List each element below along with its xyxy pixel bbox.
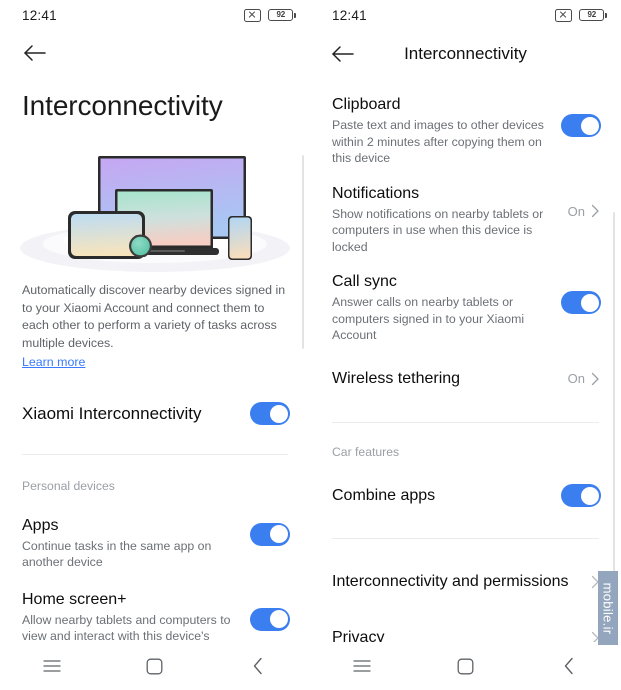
home-icon[interactable] bbox=[444, 651, 486, 681]
back-icon[interactable] bbox=[548, 651, 590, 681]
toggle-combine-apps[interactable] bbox=[561, 484, 601, 507]
toolbar-title: Interconnectivity bbox=[404, 44, 527, 63]
chevron-right-icon bbox=[591, 204, 601, 218]
mute-icon bbox=[244, 8, 262, 22]
row-title: Notifications bbox=[332, 184, 420, 202]
back-arrow-icon[interactable] bbox=[330, 41, 356, 67]
row-title: Home screen+ bbox=[22, 590, 127, 608]
learn-more-link[interactable]: Learn more bbox=[22, 354, 85, 372]
battery-icon: 92 bbox=[268, 9, 296, 21]
row-aside bbox=[561, 484, 601, 507]
row-subtitle: Paste text and images to other devices w… bbox=[332, 118, 544, 165]
battery-level: 92 bbox=[587, 10, 596, 19]
status-time: 12:41 bbox=[22, 7, 57, 23]
row-aside bbox=[250, 402, 290, 425]
row-aside bbox=[250, 607, 290, 631]
row-interconnectivity-and-permissions[interactable]: Interconnectivity and permissions bbox=[310, 565, 621, 599]
row-aside: On bbox=[568, 204, 601, 219]
top-bar-left bbox=[0, 30, 310, 76]
navigation-bar-left bbox=[0, 642, 310, 690]
toggle-call-sync[interactable] bbox=[561, 291, 601, 314]
status-icons: 92 bbox=[244, 8, 296, 22]
watermark-text: mobile.ir bbox=[600, 582, 616, 634]
row-main: Combine apps bbox=[332, 485, 561, 507]
row-main: Xiaomi Interconnectivity bbox=[22, 403, 250, 425]
row-main: Call sync Answer calls on nearby tablets… bbox=[332, 271, 561, 344]
divider bbox=[332, 421, 599, 423]
left-screen: 12:41 92 Interconnectivity Automatically… bbox=[0, 0, 310, 690]
row-main: Interconnectivity and permissions bbox=[332, 571, 591, 593]
page-description: Automatically discover nearby devices si… bbox=[0, 276, 310, 372]
right-screen: 12:41 92 Interconnectivity Clipboard Pas… bbox=[310, 0, 621, 690]
status-bar-right: 12:41 92 bbox=[310, 0, 621, 30]
row-aside: On bbox=[568, 371, 601, 386]
section-label-personal-devices: Personal devices bbox=[22, 478, 115, 493]
navigation-bar-right bbox=[310, 642, 621, 690]
row-call-sync[interactable]: Call sync Answer calls on nearby tablets… bbox=[310, 271, 621, 344]
scrollbar-left[interactable] bbox=[301, 155, 304, 349]
row-main: Clipboard Paste text and images to other… bbox=[332, 94, 561, 167]
top-bar-right: Interconnectivity bbox=[310, 30, 621, 78]
row-apps[interactable]: Apps Continue tasks in the same app on a… bbox=[0, 515, 310, 571]
row-main: Notifications Show notifications on near… bbox=[332, 183, 568, 256]
back-icon[interactable] bbox=[237, 651, 279, 681]
row-aside bbox=[250, 522, 290, 546]
toggle-apps[interactable] bbox=[250, 522, 290, 546]
divider bbox=[332, 537, 599, 539]
row-clipboard[interactable]: Clipboard Paste text and images to other… bbox=[310, 94, 621, 167]
row-main: Wireless tethering bbox=[332, 368, 568, 390]
mute-icon bbox=[555, 8, 573, 22]
dual-screenshot-container: 12:41 92 Interconnectivity Automatically… bbox=[0, 0, 621, 690]
description-text: Automatically discover nearby devices si… bbox=[22, 283, 286, 350]
row-subtitle: Answer calls on nearby tablets or comput… bbox=[332, 295, 525, 342]
row-subtitle: Show notifications on nearby tablets or … bbox=[332, 206, 544, 254]
row-aside bbox=[561, 114, 601, 137]
row-xiaomi-interconnectivity[interactable]: Xiaomi Interconnectivity bbox=[0, 394, 310, 434]
row-value: On bbox=[567, 203, 585, 219]
row-subtitle: Continue tasks in the same app on anothe… bbox=[22, 538, 212, 570]
watermark: mobile.ir bbox=[598, 571, 618, 645]
row-title: Wireless tethering bbox=[332, 369, 461, 387]
row-title: Xiaomi Interconnectivity bbox=[22, 403, 202, 423]
row-title: Combine apps bbox=[332, 486, 436, 504]
toggle-xiaomi-interconnectivity[interactable] bbox=[250, 402, 290, 425]
recents-icon[interactable] bbox=[341, 651, 383, 681]
status-bar-left: 12:41 92 bbox=[0, 0, 310, 30]
page-title: Interconnectivity bbox=[22, 90, 223, 121]
divider bbox=[22, 453, 288, 455]
scrollbar-right[interactable] bbox=[612, 212, 615, 580]
back-arrow-icon[interactable] bbox=[22, 40, 48, 66]
chevron-right-icon bbox=[591, 372, 601, 386]
row-title: Clipboard bbox=[332, 96, 401, 113]
recents-icon[interactable] bbox=[31, 651, 73, 681]
section-label-car-features: Car features bbox=[332, 444, 400, 459]
home-icon[interactable] bbox=[134, 651, 176, 681]
multi-device-illustration bbox=[0, 136, 310, 276]
status-time: 12:41 bbox=[332, 7, 367, 23]
row-wireless-tethering[interactable]: Wireless tethering On bbox=[310, 362, 621, 396]
battery-icon: 92 bbox=[579, 9, 607, 21]
row-title: Interconnectivity and permissions bbox=[332, 572, 569, 590]
toggle-home-screen-plus[interactable] bbox=[250, 607, 290, 631]
row-combine-apps[interactable]: Combine apps bbox=[310, 479, 621, 513]
row-value: On bbox=[567, 371, 585, 386]
row-aside bbox=[561, 291, 601, 314]
row-title: Apps bbox=[22, 516, 59, 534]
row-main: Apps Continue tasks in the same app on a… bbox=[22, 515, 250, 571]
status-icons: 92 bbox=[555, 8, 607, 22]
row-notifications[interactable]: Notifications Show notifications on near… bbox=[310, 183, 621, 256]
battery-level: 92 bbox=[276, 10, 285, 19]
row-title: Call sync bbox=[332, 273, 397, 290]
toggle-clipboard[interactable] bbox=[561, 114, 601, 137]
